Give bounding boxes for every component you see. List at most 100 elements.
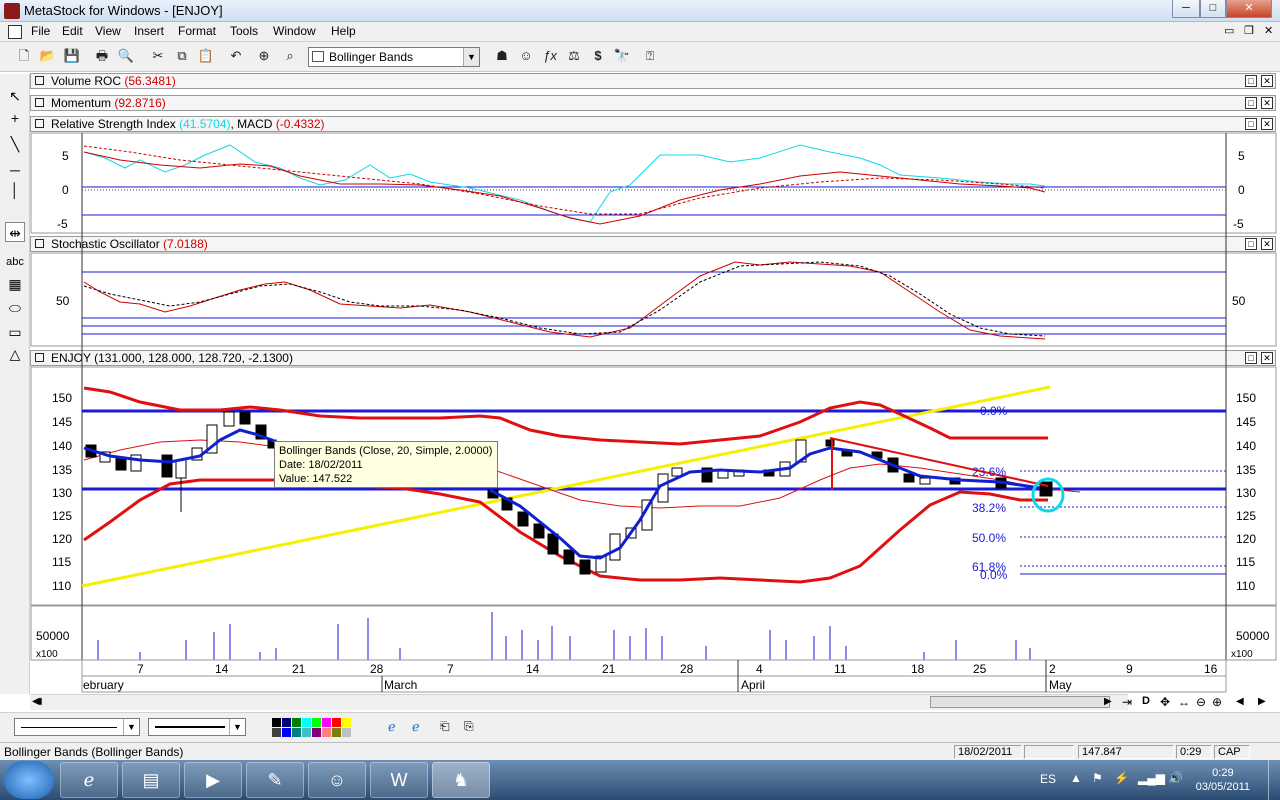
status-message: Bollinger Bands (Bollinger Bands) (4, 745, 184, 759)
macd-tick-right: 5 (1238, 149, 1245, 163)
status-value: 147.847 (1078, 745, 1174, 759)
tooltip-line: Value: 147.522 (279, 473, 353, 485)
line-weight-select[interactable]: ▼ (148, 718, 246, 736)
scroll-start-icon[interactable]: ⇥ (1122, 695, 1132, 709)
volume-tick-left: 50000 (36, 629, 70, 643)
start-button-icon[interactable] (4, 761, 54, 799)
tray-volume-icon[interactable]: 🔊 (1168, 771, 1183, 785)
horizontal-scrollbar[interactable]: ◀ ▶ (30, 694, 1128, 710)
month-label: April (741, 678, 765, 692)
system-clock[interactable]: 0:29 03/05/2011 (1196, 766, 1250, 794)
nav-left-outer-icon[interactable]: ◀ (34, 696, 42, 707)
candle (609, 533, 621, 561)
fib-label: 38.2% (972, 501, 1006, 515)
macd-tick-right: -5 (1233, 217, 1244, 231)
taskbar-word-icon[interactable]: W (370, 762, 428, 798)
snap-1-icon[interactable]: ⎗ (440, 719, 450, 734)
taskbar-messenger-icon[interactable]: ☺ (308, 762, 366, 798)
status-cap: CAP (1214, 745, 1250, 759)
zoom-in-icon[interactable]: ⊕ (1212, 695, 1222, 709)
status-date: 18/02/2011 (954, 745, 1022, 759)
candle (223, 411, 235, 427)
nav-left-icon[interactable]: ◀ (1236, 696, 1244, 707)
date-tick: 9 (1126, 662, 1133, 676)
price-tick-right: 130 (1236, 486, 1256, 500)
stoch-tick-left: 50 (56, 294, 70, 308)
chart-area[interactable]: 5 0 -5 5 0 -5 50 50 150 140 135 130 125 … (0, 0, 1280, 694)
date-tick: 21 (602, 662, 616, 676)
price-tick-right: 110 (1236, 579, 1255, 593)
status-spacer (1024, 745, 1074, 759)
tray-flag-icon[interactable]: ⚑ (1092, 771, 1103, 785)
tray-signal-icon[interactable]: ▂▄▆ (1138, 771, 1165, 785)
price-tick-left: 145 (52, 415, 72, 429)
taskbar-explorer-icon[interactable]: ▤ (122, 762, 180, 798)
macd-tick-left: 0 (62, 183, 69, 197)
price-tick-left: 140 (52, 439, 72, 453)
candle (517, 511, 529, 527)
macd-pane-frame (30, 132, 1277, 234)
candle (579, 559, 591, 575)
candle (533, 523, 545, 539)
scroll-right-icon[interactable]: ▶ (1104, 696, 1112, 707)
candle (130, 454, 142, 472)
macd-tick-right: 0 (1238, 183, 1245, 197)
volume-pane-frame (30, 605, 1277, 661)
candle (175, 459, 187, 479)
style-toolbar: ▼ ▼ ℯ ℯ ⎗ ⎘ (0, 712, 1280, 742)
date-tick: 21 (292, 662, 306, 676)
tray-power-icon[interactable]: ⚡ (1114, 771, 1129, 785)
line-style-select[interactable]: ▼ (14, 718, 140, 736)
date-tick: 11 (834, 662, 847, 676)
date-tick: 7 (447, 662, 454, 676)
scroll-expand-icon[interactable]: ↔ (1178, 695, 1190, 709)
price-tick-left: 110 (52, 579, 71, 593)
month-label: ebruary (83, 678, 124, 692)
stochastic-pane-frame (30, 252, 1277, 347)
candle (115, 457, 127, 471)
color-palette[interactable] (270, 717, 380, 739)
month-label: May (1049, 678, 1072, 692)
tray-arrow-icon[interactable]: ▲ (1070, 771, 1082, 785)
fib-label: 0.0% (980, 568, 1008, 582)
taskbar-media-icon[interactable]: ▶ (184, 762, 242, 798)
fib-label: 23.6% (972, 465, 1006, 479)
price-tick-right: 120 (1236, 532, 1256, 546)
price-tick-left: 120 (52, 532, 72, 546)
chevron-down-icon[interactable]: ▼ (123, 719, 139, 735)
ie-link-2-icon[interactable]: ℯ (412, 719, 420, 735)
candle (161, 454, 173, 478)
clock-date: 03/05/2011 (1195, 781, 1250, 793)
date-tick: 28 (680, 662, 694, 676)
stoch-tick-right: 50 (1232, 294, 1246, 308)
show-desktop-button[interactable] (1268, 760, 1280, 800)
price-tick-right: 135 (1236, 463, 1256, 477)
date-tick: 18 (911, 662, 925, 676)
candle (919, 477, 931, 485)
price-tick-left: 115 (52, 555, 71, 569)
nav-right-icon[interactable]: ▶ (1258, 696, 1266, 707)
tooltip-line: Date: 18/02/2011 (279, 459, 363, 471)
date-tick: 7 (137, 662, 144, 676)
scroll-thumb[interactable] (930, 696, 1110, 708)
volume-scale-left: x100 (36, 649, 58, 660)
clock-time: 0:29 (1212, 767, 1234, 779)
ie-link-icon[interactable]: ℯ (388, 719, 396, 735)
zoom-out-icon[interactable]: ⊖ (1196, 695, 1206, 709)
taskbar-ie-icon[interactable]: ℯ (60, 762, 118, 798)
snap-2-icon[interactable]: ⎘ (464, 719, 474, 734)
candle (239, 411, 251, 425)
status-time: 0:29 (1176, 745, 1212, 759)
date-tick: 28 (370, 662, 384, 676)
language-indicator[interactable]: ES (1040, 772, 1056, 786)
taskbar-metastock-icon[interactable]: ♞ (432, 762, 490, 798)
date-tick: 25 (973, 662, 987, 676)
date-tick: 2 (1049, 662, 1056, 676)
scroll-move-icon[interactable]: ✥ (1160, 695, 1170, 709)
scroll-date-icon[interactable]: D (1142, 695, 1150, 707)
price-pane-frame (30, 366, 1277, 606)
taskbar-notes-icon[interactable]: ✎ (246, 762, 304, 798)
price-tick-left: 150 (52, 391, 72, 405)
price-tick-right: 150 (1236, 391, 1256, 405)
chevron-down-icon[interactable]: ▼ (229, 719, 245, 735)
